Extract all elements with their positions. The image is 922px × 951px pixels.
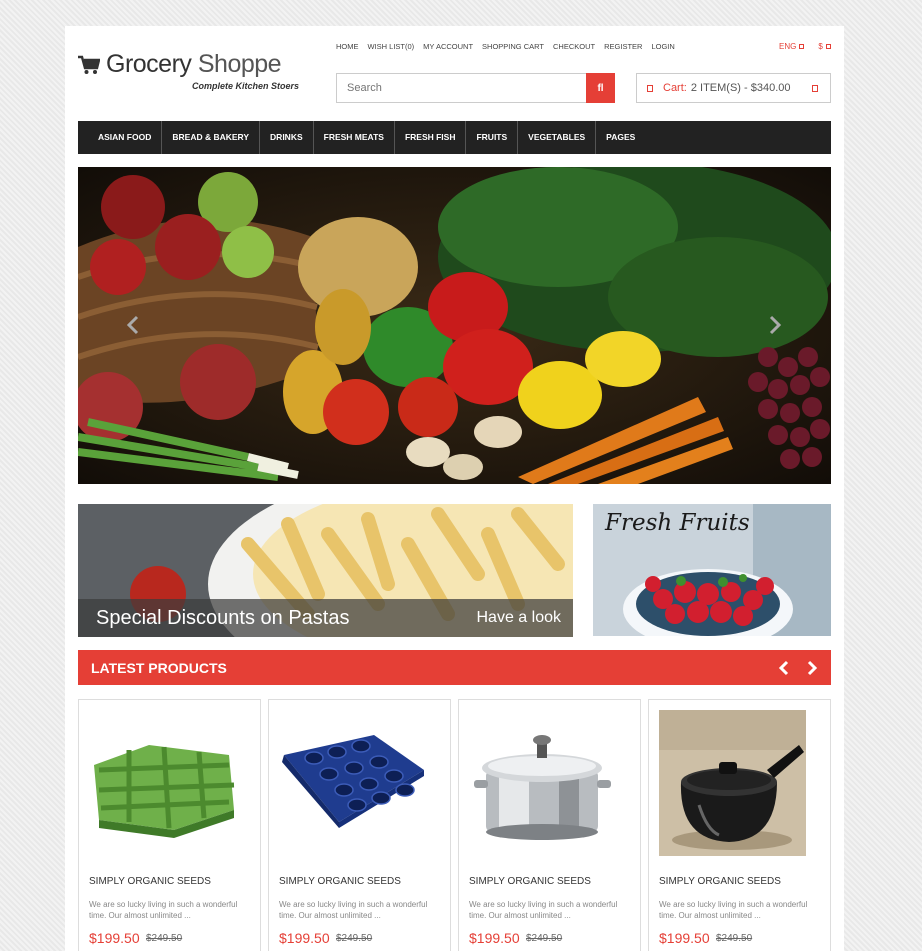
main-nav: ASIAN FOOD BREAD & BAKERY DRINKS FRESH M… bbox=[78, 121, 831, 154]
product-old-price: $249.50 bbox=[716, 933, 753, 944]
product-image[interactable] bbox=[279, 710, 426, 856]
top-link-wishlist[interactable]: WISH LIST(0) bbox=[368, 42, 415, 51]
cart-icon bbox=[78, 55, 100, 74]
product-old-price: $249.50 bbox=[336, 933, 373, 944]
product-name[interactable]: SIMPLY ORGANIC SEEDS bbox=[89, 876, 211, 887]
search-icon: fl bbox=[597, 82, 604, 94]
nav-item-pages[interactable]: PAGES bbox=[596, 121, 645, 154]
fresh-fruits-banner[interactable]: Fresh Fruits bbox=[593, 504, 831, 636]
cart-total: 2 ITEM(S) - $340.00 bbox=[690, 82, 791, 94]
nav-item-vegetables[interactable]: VEGETABLES bbox=[518, 121, 597, 154]
product-price: $199.50 bbox=[659, 930, 710, 946]
locale-switcher: ENG $ bbox=[779, 42, 831, 51]
nav-item-fresh-fish[interactable]: FRESH FISH bbox=[395, 121, 467, 154]
language-dropdown[interactable]: ENG bbox=[779, 42, 805, 51]
hero-vegetables-image bbox=[78, 167, 831, 484]
search-button[interactable]: fl bbox=[586, 73, 615, 103]
logo-title: Grocery Shoppe bbox=[106, 50, 282, 78]
cart-summary[interactable]: Cart: 2 ITEM(S) - $340.00 bbox=[636, 73, 831, 103]
product-card[interactable]: SIMPLY ORGANIC SEEDS We are so lucky liv… bbox=[458, 699, 641, 951]
top-link-register[interactable]: REGISTER bbox=[604, 42, 642, 51]
search-box: fl bbox=[336, 73, 615, 103]
latest-products-header: LATEST PRODUCTS bbox=[78, 650, 831, 685]
product-description: We are so lucky living in such a wonderf… bbox=[469, 900, 618, 920]
product-image[interactable] bbox=[89, 710, 236, 856]
product-card[interactable]: SIMPLY ORGANIC SEEDS We are so lucky liv… bbox=[78, 699, 261, 951]
chevron-left-icon[interactable] bbox=[778, 660, 790, 676]
product-image[interactable] bbox=[469, 710, 616, 856]
product-name[interactable]: SIMPLY ORGANIC SEEDS bbox=[279, 876, 401, 887]
product-old-price: $249.50 bbox=[526, 933, 563, 944]
chevron-right-icon[interactable] bbox=[806, 660, 818, 676]
pasta-banner-caption: Special Discounts on Pastas Have a look bbox=[78, 599, 573, 637]
currency-dropdown[interactable]: $ bbox=[818, 42, 831, 51]
top-link-shopping-cart[interactable]: SHOPPING CART bbox=[482, 42, 544, 51]
slider-next-arrow-icon[interactable] bbox=[768, 315, 782, 335]
product-card[interactable]: SIMPLY ORGANIC SEEDS We are so lucky liv… bbox=[268, 699, 451, 951]
product-price: $199.50 bbox=[279, 930, 330, 946]
latest-products-title: LATEST PRODUCTS bbox=[91, 659, 227, 676]
nav-item-asian-food[interactable]: ASIAN FOOD bbox=[78, 121, 163, 154]
fresh-fruits-heading: Fresh Fruits bbox=[605, 510, 750, 536]
hero-slider bbox=[78, 167, 831, 484]
shopping-bag-icon bbox=[647, 84, 653, 92]
product-description: We are so lucky living in such a wonderf… bbox=[659, 900, 808, 920]
product-name[interactable]: SIMPLY ORGANIC SEEDS bbox=[659, 876, 781, 887]
cart-dropdown-icon bbox=[812, 85, 818, 92]
product-card[interactable]: SIMPLY ORGANIC SEEDS We are so lucky liv… bbox=[648, 699, 831, 951]
top-links: HOME WISH LIST(0) MY ACCOUNT SHOPPING CA… bbox=[336, 42, 675, 51]
top-link-checkout[interactable]: CHECKOUT bbox=[553, 42, 595, 51]
cart-label: Cart: bbox=[663, 82, 687, 94]
nav-item-fresh-meats[interactable]: FRESH MEATS bbox=[314, 121, 395, 154]
top-link-my-account[interactable]: MY ACCOUNT bbox=[423, 42, 473, 51]
product-grid: SIMPLY ORGANIC SEEDS We are so lucky liv… bbox=[78, 699, 831, 951]
product-description: We are so lucky living in such a wonderf… bbox=[89, 900, 238, 920]
product-name[interactable]: SIMPLY ORGANIC SEEDS bbox=[469, 876, 591, 887]
nav-item-bread-bakery[interactable]: BREAD & BAKERY bbox=[162, 121, 261, 154]
nav-item-fruits[interactable]: FRUITS bbox=[466, 121, 519, 154]
product-price: $199.50 bbox=[89, 930, 140, 946]
dropdown-icon bbox=[825, 44, 831, 49]
logo-tagline: Complete Kitchen Stoers bbox=[192, 81, 300, 91]
product-old-price: $249.50 bbox=[146, 933, 183, 944]
top-link-login[interactable]: LOGIN bbox=[651, 42, 674, 51]
pasta-banner-link[interactable]: Have a look bbox=[477, 609, 562, 627]
dropdown-icon bbox=[799, 44, 805, 49]
page-container: Grocery Shoppe Complete Kitchen Stoers H… bbox=[65, 26, 844, 951]
site-logo[interactable]: Grocery Shoppe Complete Kitchen Stoers bbox=[78, 50, 299, 91]
pasta-promo-banner[interactable]: Special Discounts on Pastas Have a look bbox=[78, 504, 573, 637]
nav-item-drinks[interactable]: DRINKS bbox=[260, 121, 314, 154]
product-description: We are so lucky living in such a wonderf… bbox=[279, 900, 428, 920]
top-link-home[interactable]: HOME bbox=[336, 42, 359, 51]
product-price: $199.50 bbox=[469, 930, 520, 946]
pasta-banner-title: Special Discounts on Pastas bbox=[96, 606, 350, 629]
search-input[interactable] bbox=[337, 74, 587, 102]
slider-prev-arrow-icon[interactable] bbox=[126, 315, 140, 335]
product-image[interactable] bbox=[659, 710, 806, 856]
